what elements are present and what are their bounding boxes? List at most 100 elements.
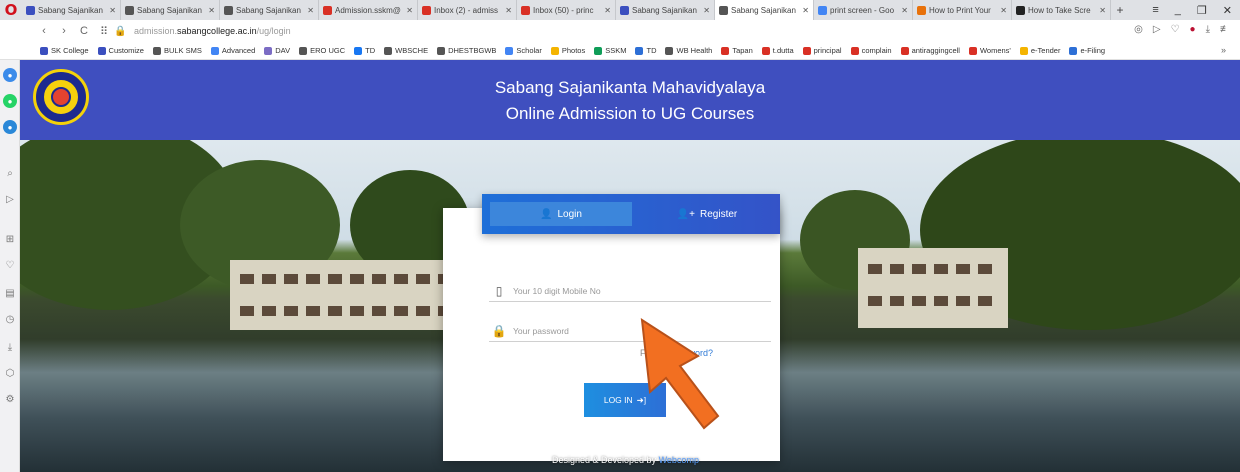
camera-icon[interactable]: ◎ xyxy=(1134,24,1143,35)
reload-icon[interactable]: C xyxy=(74,25,94,37)
bookmark-item[interactable]: DAV xyxy=(264,46,290,55)
bookmark-item[interactable]: Tapan xyxy=(721,46,753,55)
heart-icon[interactable]: ♡ xyxy=(1171,24,1180,35)
password-input[interactable] xyxy=(513,325,753,336)
tab-register[interactable]: 👤+ Register xyxy=(642,202,772,226)
new-tab-icon[interactable]: + xyxy=(1111,3,1129,17)
bookmark-label: principal xyxy=(813,46,842,55)
bookmark-item[interactable]: Customize xyxy=(97,46,144,55)
bookmark-item[interactable]: antiraggingcell xyxy=(900,46,960,55)
tab-favicon-icon xyxy=(818,5,827,15)
download-icon[interactable]: ⤓ xyxy=(1206,24,1210,35)
bookmark-favicon-icon xyxy=(594,46,603,55)
login-button[interactable]: LOG IN ➜] xyxy=(584,383,666,417)
bookmark-item[interactable]: WB Health xyxy=(665,46,712,55)
whatsapp-icon[interactable]: ● xyxy=(3,94,17,108)
browser-tab[interactable]: print screen - Goo ✕ xyxy=(814,0,913,20)
bookmarks-more-icon[interactable]: » xyxy=(1221,45,1226,55)
browser-tab[interactable]: Sabang Sajanikan ✕ xyxy=(121,0,220,20)
notes-icon[interactable]: ▤ xyxy=(3,286,17,300)
tab-search-icon[interactable]: ≡ xyxy=(1152,4,1158,16)
bookmark-label: Advanced xyxy=(221,46,256,55)
bookmark-item[interactable]: Scholar xyxy=(505,46,542,55)
apps-icon[interactable]: ⊞ xyxy=(3,232,17,246)
speed-dial-icon[interactable]: ⠿ xyxy=(94,25,114,38)
tab-login-label: Login xyxy=(557,208,582,220)
back-icon[interactable]: ‹ xyxy=(34,25,54,37)
bookmark-item[interactable]: complain xyxy=(850,46,892,55)
bookmark-item[interactable]: DHESTBGWB xyxy=(437,46,496,55)
tab-close-icon[interactable]: ✕ xyxy=(208,6,215,15)
bookmark-item[interactable]: SSKM xyxy=(594,46,626,55)
mobile-phone-icon: ▯ xyxy=(495,283,503,298)
bookmark-item[interactable]: TD xyxy=(635,46,656,55)
bookmark-item[interactable]: Photos xyxy=(550,46,585,55)
extension-icon[interactable]: ● xyxy=(1190,24,1196,35)
bookmark-label: BULK SMS xyxy=(163,46,202,55)
bookmark-item[interactable]: SK College xyxy=(40,46,89,55)
url-field[interactable]: admission.sabangcollege.ac.in/ug/login xyxy=(134,26,291,36)
history-icon[interactable]: ◷ xyxy=(3,312,17,326)
forgot-password-link[interactable]: Password? xyxy=(669,348,714,358)
tab-close-icon[interactable]: ✕ xyxy=(1000,6,1007,15)
bookmark-label: TD xyxy=(646,46,657,55)
browser-tab[interactable]: How to Take Scre ✕ xyxy=(1012,0,1111,20)
bookmark-item[interactable]: Advanced xyxy=(210,46,256,55)
bookmark-favicon-icon xyxy=(97,46,106,55)
bookmark-item[interactable]: t.dutta xyxy=(761,46,794,55)
restore-icon[interactable]: ❐ xyxy=(1197,4,1207,17)
telegram-icon[interactable]: ● xyxy=(3,120,17,134)
downloads-icon[interactable]: ⤓ xyxy=(3,340,17,354)
bookmark-item[interactable]: e-Tender xyxy=(1019,46,1060,55)
browser-tab[interactable]: Admission.sskm@ ✕ xyxy=(319,0,418,20)
easy-setup-icon[interactable]: ≢ xyxy=(1220,24,1230,35)
user-icon: 👤 xyxy=(540,208,553,220)
lock-icon[interactable]: 🔒 xyxy=(114,26,130,37)
bookmark-item[interactable]: WBSCHE xyxy=(384,46,428,55)
tab-close-icon[interactable]: ✕ xyxy=(604,6,611,15)
browser-tab[interactable]: Sabang Sajanikan ✕ xyxy=(616,0,715,20)
messenger-icon[interactable]: ● xyxy=(3,68,17,82)
tab-close-icon[interactable]: ✕ xyxy=(406,6,413,15)
forward-icon[interactable]: › xyxy=(54,25,74,37)
tab-close-icon[interactable]: ✕ xyxy=(505,6,512,15)
bookmark-item[interactable]: e-Filing xyxy=(1069,46,1105,55)
bookmark-item[interactable]: principal xyxy=(802,46,842,55)
tab-login[interactable]: 👤 Login xyxy=(490,202,632,226)
tab-close-icon[interactable]: ✕ xyxy=(802,6,809,15)
bookmark-item[interactable]: BULK SMS xyxy=(152,46,202,55)
bookmark-item[interactable]: Womens' xyxy=(968,46,1011,55)
tab-close-icon[interactable]: ✕ xyxy=(109,6,116,15)
minimize-icon[interactable]: _ xyxy=(1175,4,1181,16)
mobile-field: ▯ xyxy=(489,280,771,302)
browser-tab[interactable]: How to Print Your ✕ xyxy=(913,0,1012,20)
browser-tab[interactable]: Sabang Sajanikan ✕ xyxy=(22,0,121,20)
browser-tab[interactable]: Sabang Sajanikan ✕ xyxy=(715,0,814,20)
tab-label: Sabang Sajanikan xyxy=(137,5,202,15)
opera-logo-icon[interactable]: O xyxy=(0,0,22,20)
extensions-icon[interactable]: ⬡ xyxy=(3,366,17,380)
tab-favicon-icon xyxy=(620,5,629,15)
search-icon[interactable]: ⌕ xyxy=(3,166,17,180)
bookmark-favicon-icon xyxy=(505,46,514,55)
bookmark-item[interactable]: ERO UGC xyxy=(299,46,345,55)
page-title: Online Admission to UG Courses xyxy=(505,104,755,123)
browser-tab[interactable]: Inbox (2) - admiss ✕ xyxy=(418,0,517,20)
credit-company-link[interactable]: Webcomp xyxy=(659,455,699,465)
browser-tab[interactable]: Sabang Sajanikan ✕ xyxy=(220,0,319,20)
bookmark-label: DHESTBGWB xyxy=(448,46,497,55)
tab-close-icon[interactable]: ✕ xyxy=(703,6,710,15)
mobile-input[interactable] xyxy=(513,285,753,296)
bookmark-item[interactable]: TD xyxy=(354,46,375,55)
flow-icon[interactable]: ▷ xyxy=(3,192,17,206)
close-window-icon[interactable]: ✕ xyxy=(1223,4,1232,17)
bookmark-label: ERO UGC xyxy=(310,46,346,55)
bookmarks-heart-icon[interactable]: ♡ xyxy=(3,258,17,272)
browser-tab[interactable]: Inbox (50) - princ ✕ xyxy=(517,0,616,20)
send-icon[interactable]: ▷ xyxy=(1153,24,1161,35)
tab-close-icon[interactable]: ✕ xyxy=(901,6,908,15)
settings-icon[interactable]: ⚙ xyxy=(3,392,17,406)
tab-close-icon[interactable]: ✕ xyxy=(307,6,314,15)
tab-close-icon[interactable]: ✕ xyxy=(1099,6,1106,15)
bookmark-favicon-icon xyxy=(550,46,559,55)
